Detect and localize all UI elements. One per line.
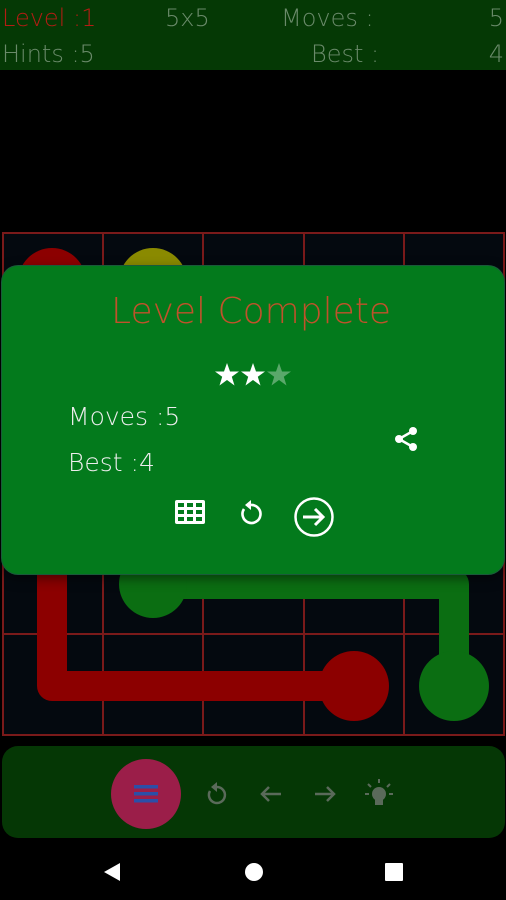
- undo-icon[interactable]: [202, 779, 232, 809]
- replay-icon[interactable]: [235, 496, 267, 528]
- menu-button[interactable]: [111, 759, 181, 829]
- star-icon: [215, 363, 239, 386]
- dialog-moves: Moves :5: [68, 402, 181, 431]
- board-size-label: 5x5: [165, 4, 210, 32]
- arrow-right-icon[interactable]: [310, 779, 340, 809]
- green-dot-end: [419, 651, 489, 721]
- star-rating: [215, 363, 291, 386]
- status-header: Level :1 5x5 Moves : 5 Hints :5 Best : 4: [0, 0, 506, 70]
- home-icon[interactable]: [242, 860, 266, 884]
- recent-apps-icon[interactable]: [382, 860, 406, 884]
- share-icon[interactable]: [391, 424, 421, 454]
- game-screen: Level :1 5x5 Moves : 5 Hints :5 Best : 4: [0, 0, 506, 900]
- moves-value: 5: [488, 4, 504, 32]
- back-icon[interactable]: [100, 860, 124, 884]
- bottom-toolbar: [2, 746, 505, 838]
- dialog-title: Level Complete: [111, 291, 391, 332]
- level-label: Level :1: [2, 4, 97, 32]
- lightbulb-icon[interactable]: [363, 777, 395, 809]
- arrow-left-icon[interactable]: [256, 779, 286, 809]
- dialog-best: Best :4: [68, 448, 155, 477]
- red-dot-end: [319, 651, 389, 721]
- menu-icon: [134, 785, 158, 803]
- moves-label: Moves :: [281, 4, 374, 32]
- arrow-right-circle-icon[interactable]: [293, 496, 335, 538]
- star-icon: [241, 363, 265, 386]
- best-value: 4: [488, 40, 504, 68]
- hints-label: Hints :5: [2, 40, 95, 68]
- best-label: Best :: [311, 40, 380, 68]
- star-empty-icon: [267, 363, 291, 386]
- grid-icon[interactable]: [172, 496, 208, 528]
